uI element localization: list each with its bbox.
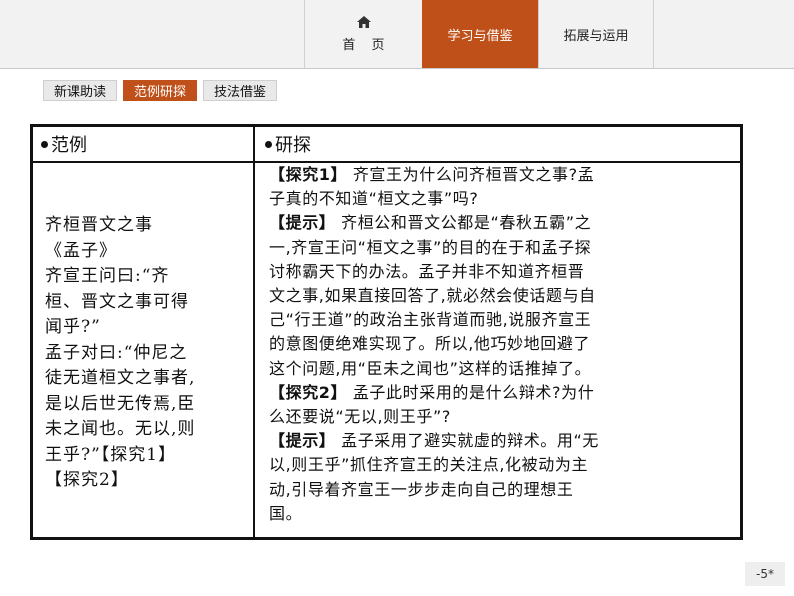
example-line: 《孟子》: [45, 240, 117, 261]
subtab-techniques[interactable]: 技法借鉴: [203, 80, 278, 101]
analysis-line: 动,引导着齐宣王一步步走向自己的理想王: [269, 478, 739, 502]
analysis-body: 么还要说“无以,则王乎”?: [269, 407, 451, 427]
nav-home-label: 首 页: [342, 37, 391, 53]
page-number: -5*: [745, 562, 785, 586]
nav-study-label: 学习与借鉴: [447, 28, 513, 44]
example-line: 是以后世无传焉,臣: [45, 393, 196, 414]
analysis-text: 【探究1】 齐宣王为什么问齐桓晋文之事?孟 子真的不知道“桓文之事”吗? 【提示…: [269, 163, 739, 526]
home-icon: [356, 15, 371, 28]
example-line: 孟子对曰:“仲尼之: [45, 342, 188, 363]
analysis-body: 子真的不知道“桓文之事”吗?: [269, 189, 479, 209]
analysis-body: 齐桓公和晋文公都是“春秋五霸”之: [335, 213, 592, 233]
example-text: 齐桓晋文之事 《孟子》 齐宣王问曰:“齐 桓、晋文之事可得 闻乎?” 孟子对曰:…: [45, 213, 245, 494]
analysis-line: 的意图便绝难实现了。所以,他巧妙地回避了: [269, 332, 739, 356]
analysis-body: 国。: [269, 503, 303, 523]
nav-study-tab[interactable]: 学习与借鉴: [422, 0, 538, 68]
analysis-body: 以,则王乎”抓住齐宣王的关注点,化被动为主: [269, 455, 589, 475]
example-line: 齐桓晋文之事: [45, 215, 153, 235]
right-header: 研探: [265, 127, 311, 161]
analysis-line: 一,齐宣王问“桓文之事”的目的在于和孟子探: [269, 236, 739, 260]
subtab-new-lesson[interactable]: 新课助读: [43, 80, 118, 101]
subtab-examples[interactable]: 范例研探: [123, 80, 198, 101]
analysis-tag: 【探究2】: [269, 382, 348, 402]
analysis-body: 这个问题,用“臣未之闻也”这样的话推掉了。: [269, 358, 592, 378]
analysis-line: 己“行王道”的政治主张背道而驰,说服齐宣王: [269, 308, 739, 332]
left-header-label: 范例: [51, 135, 87, 156]
example-line: 闻乎?”: [45, 317, 101, 337]
analysis-body: 己“行王道”的政治主张背道而驰,说服齐宣王: [269, 310, 592, 330]
analysis-tag: 【探究1】: [269, 165, 348, 184]
analysis-tag: 【提示】: [269, 431, 336, 451]
example-line: 未之闻也。无以,则: [45, 419, 196, 439]
example-line: 齐宣王问曰:“齐: [45, 266, 170, 286]
example-line: 徒无道桓文之事者,: [45, 368, 196, 388]
content-table: 范例 研探 齐桓晋文之事 《孟子》 齐宣王问曰:“齐 桓、晋文之事可得 闻乎?”…: [30, 124, 743, 540]
nav-extend-tab[interactable]: 拓展与运用: [538, 0, 654, 68]
column-divider: [253, 127, 255, 537]
analysis-line: 国。: [269, 502, 739, 526]
bullet-icon: [41, 140, 48, 148]
example-line: 王乎?”【探究1】: [45, 444, 177, 465]
analysis-body: 的意图便绝难实现了。所以,他巧妙地回避了: [269, 334, 591, 354]
analysis-body: 动,引导着齐宣王一步步走向自己的理想王: [269, 479, 574, 499]
nav-home-tab[interactable]: 首 页: [304, 0, 422, 68]
sub-tabs: 新课助读 范例研探 技法借鉴: [43, 80, 278, 101]
analysis-body: 一,齐宣王问“桓文之事”的目的在于和孟子探: [269, 237, 592, 257]
analysis-line: 么还要说“无以,则王乎”?: [269, 405, 739, 429]
right-header-label: 研探: [275, 135, 311, 156]
analysis-body: 孟子采用了避实就虚的辩术。用“无: [335, 431, 599, 451]
analysis-body: 齐宣王为什么问齐桓晋文之事?孟: [347, 165, 595, 184]
analysis-line: 讨称霸天下的办法。孟子并非不知道齐桓晋: [269, 260, 739, 284]
left-header: 范例: [41, 127, 87, 161]
analysis-body: 孟子此时采用的是什么辩术?为什: [347, 382, 595, 402]
top-nav-bar: 首 页 学习与借鉴 拓展与运用: [0, 0, 794, 69]
analysis-body: 讨称霸天下的办法。孟子并非不知道齐桓晋: [269, 261, 585, 281]
analysis-line: 【提示】 齐桓公和晋文公都是“春秋五霸”之: [269, 211, 739, 235]
bullet-icon: [265, 140, 272, 148]
analysis-line: 【探究2】 孟子此时采用的是什么辩术?为什: [269, 381, 739, 405]
analysis-tag: 【提示】: [269, 213, 336, 233]
analysis-line: 文之事,如果直接回答了,就必然会使话题与自: [269, 284, 739, 308]
example-line: 【探究2】: [45, 470, 129, 490]
analysis-line: 这个问题,用“臣未之闻也”这样的话推掉了。: [269, 357, 739, 381]
analysis-body: 文之事,如果直接回答了,就必然会使话题与自: [269, 286, 596, 306]
analysis-line: 【提示】 孟子采用了避实就虚的辩术。用“无: [269, 429, 739, 453]
analysis-line: 【探究1】 齐宣王为什么问齐桓晋文之事?孟: [269, 163, 739, 187]
nav-extend-label: 拓展与运用: [563, 28, 629, 44]
table-header-row: [33, 127, 740, 163]
example-line: 桓、晋文之事可得: [45, 291, 189, 312]
analysis-line: 以,则王乎”抓住齐宣王的关注点,化被动为主: [269, 453, 739, 477]
analysis-line: 子真的不知道“桓文之事”吗?: [269, 187, 739, 211]
